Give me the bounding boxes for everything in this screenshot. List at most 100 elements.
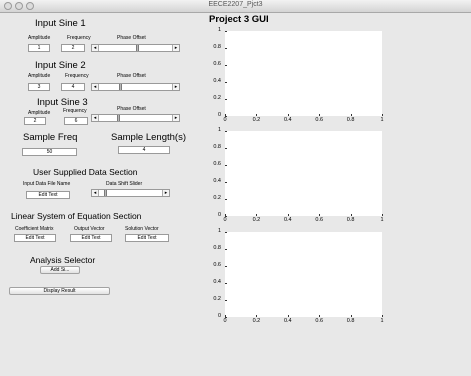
y-tick-mark (225, 48, 227, 49)
x-tick-label: 0 (223, 217, 227, 223)
x-tick-mark (256, 114, 258, 116)
y-tick-label: 1 (217, 127, 221, 133)
chevron-right-icon[interactable]: ▸ (162, 190, 169, 196)
coefficient-matrix-field[interactable]: Edit Text (14, 234, 56, 242)
sine3-phase-slider[interactable]: ◂ ▸ (91, 114, 180, 122)
sine3-phase-label: Phase Offset (117, 106, 146, 112)
x-tick-mark (350, 114, 352, 116)
y-tick-label: 0 (217, 313, 221, 319)
y-tick-mark (225, 249, 227, 250)
solution-vector-field[interactable]: Edit Text (125, 234, 169, 242)
coefficient-matrix-label: Coefficient Matrix (15, 226, 54, 232)
y-tick-mark (225, 165, 227, 166)
analysis-selector-heading: Analysis Selector (30, 255, 96, 265)
x-tick-mark (382, 114, 383, 116)
sine3-amplitude-field[interactable]: 2 (24, 117, 46, 125)
x-tick-label: 0.6 (315, 217, 324, 223)
chevron-right-icon[interactable]: ▸ (172, 115, 179, 121)
x-tick-mark (319, 114, 321, 116)
x-tick-label: 0.8 (346, 318, 355, 324)
chevron-right-icon[interactable]: ▸ (172, 84, 179, 90)
y-tick-label: 0 (217, 212, 221, 218)
y-tick-mark (225, 283, 227, 284)
analysis-select-value: Add Si... (50, 267, 70, 273)
window-titlebar: EECE2207_Pjct3 (0, 0, 471, 13)
sine2-amplitude-label: Amplitude (28, 73, 51, 79)
x-tick-mark (350, 214, 352, 216)
y-tick-mark (225, 232, 227, 233)
data-shift-label: Data Shift Slider (106, 181, 143, 187)
sine3-amplitude-label: Amplitude (28, 110, 51, 116)
chevron-right-icon[interactable]: ▸ (172, 45, 179, 51)
gui-title: Project 3 GUI (209, 14, 269, 25)
sine1-frequency-field[interactable]: 2 (61, 44, 85, 52)
y-tick-mark (225, 199, 227, 200)
input-file-field[interactable]: Edit Text (26, 191, 70, 199)
x-tick-mark (382, 214, 383, 216)
y-tick-label: 0.6 (213, 61, 221, 67)
x-tick-mark (225, 214, 226, 216)
y-tick-label: 0.4 (213, 78, 221, 84)
x-tick-mark (225, 315, 226, 317)
chevron-left-icon[interactable]: ◂ (92, 190, 99, 196)
chevron-left-icon[interactable]: ◂ (92, 84, 99, 90)
x-tick-label: 0.8 (346, 217, 355, 223)
sine1-amplitude-label: Amplitude (28, 35, 51, 41)
sine2-amplitude-field[interactable]: 3 (28, 83, 50, 91)
y-tick-mark (225, 266, 227, 267)
chevron-left-icon[interactable]: ◂ (92, 115, 99, 121)
sine3-frequency-field[interactable]: 6 (64, 117, 88, 125)
sine1-heading: Input Sine 1 (35, 18, 86, 29)
sine1-amplitude-field[interactable]: 1 (28, 44, 50, 52)
x-tick-label: 0.2 (252, 217, 261, 223)
x-tick-mark (287, 114, 289, 116)
y-tick-mark (225, 31, 227, 32)
axes-1 (225, 31, 382, 116)
x-tick-mark (256, 214, 258, 216)
chevron-left-icon[interactable]: ◂ (92, 45, 99, 51)
x-tick-mark (350, 315, 352, 317)
display-result-button[interactable]: Display Result (9, 287, 110, 295)
y-tick-label: 0.2 (213, 95, 221, 101)
analysis-select[interactable]: Add Si... (40, 266, 80, 274)
x-tick-label: 1 (380, 318, 384, 324)
y-tick-label: 1 (217, 27, 221, 33)
sine2-frequency-field[interactable]: 4 (61, 83, 85, 91)
sample-freq-field[interactable]: 50 (22, 148, 77, 156)
y-tick-label: 0.2 (213, 296, 221, 302)
sine3-heading: Input Sine 3 (37, 97, 88, 108)
sample-length-field[interactable]: 4 (118, 146, 170, 154)
x-tick-mark (319, 214, 321, 216)
x-tick-mark (319, 315, 321, 317)
data-shift-slider[interactable]: ◂ ▸ (91, 189, 170, 197)
slider-thumb[interactable] (103, 190, 107, 196)
x-tick-mark (287, 214, 289, 216)
x-tick-label: 0.4 (283, 117, 292, 123)
x-tick-mark (287, 315, 289, 317)
x-tick-mark (382, 315, 383, 317)
y-tick-label: 0.2 (213, 195, 221, 201)
input-file-label: Input Data File Name (23, 181, 71, 187)
x-tick-mark (225, 114, 226, 116)
sine2-heading: Input Sine 2 (35, 60, 86, 71)
slider-thumb[interactable] (116, 115, 120, 121)
y-tick-label: 0.6 (213, 262, 221, 268)
slider-thumb[interactable] (119, 84, 123, 90)
x-tick-label: 0.2 (252, 117, 261, 123)
y-tick-mark (225, 148, 227, 149)
y-tick-label: 0.8 (213, 144, 221, 150)
sine1-phase-slider[interactable]: ◂ ▸ (91, 44, 180, 52)
y-tick-label: 0.8 (213, 44, 221, 50)
axes-2 (225, 131, 382, 216)
sine2-phase-slider[interactable]: ◂ ▸ (91, 83, 180, 91)
x-tick-mark (256, 315, 258, 317)
linear-system-heading: Linear System of Equation Section (11, 211, 142, 221)
x-tick-label: 0.4 (283, 217, 292, 223)
sine1-phase-label: Phase Offset (117, 35, 146, 41)
output-vector-field[interactable]: Edit Text (70, 234, 112, 242)
sine2-phase-label: Phase Offset (117, 73, 146, 79)
y-tick-mark (225, 99, 227, 100)
x-tick-label: 0.2 (252, 318, 261, 324)
x-tick-label: 0.6 (315, 117, 324, 123)
slider-thumb[interactable] (135, 45, 139, 51)
